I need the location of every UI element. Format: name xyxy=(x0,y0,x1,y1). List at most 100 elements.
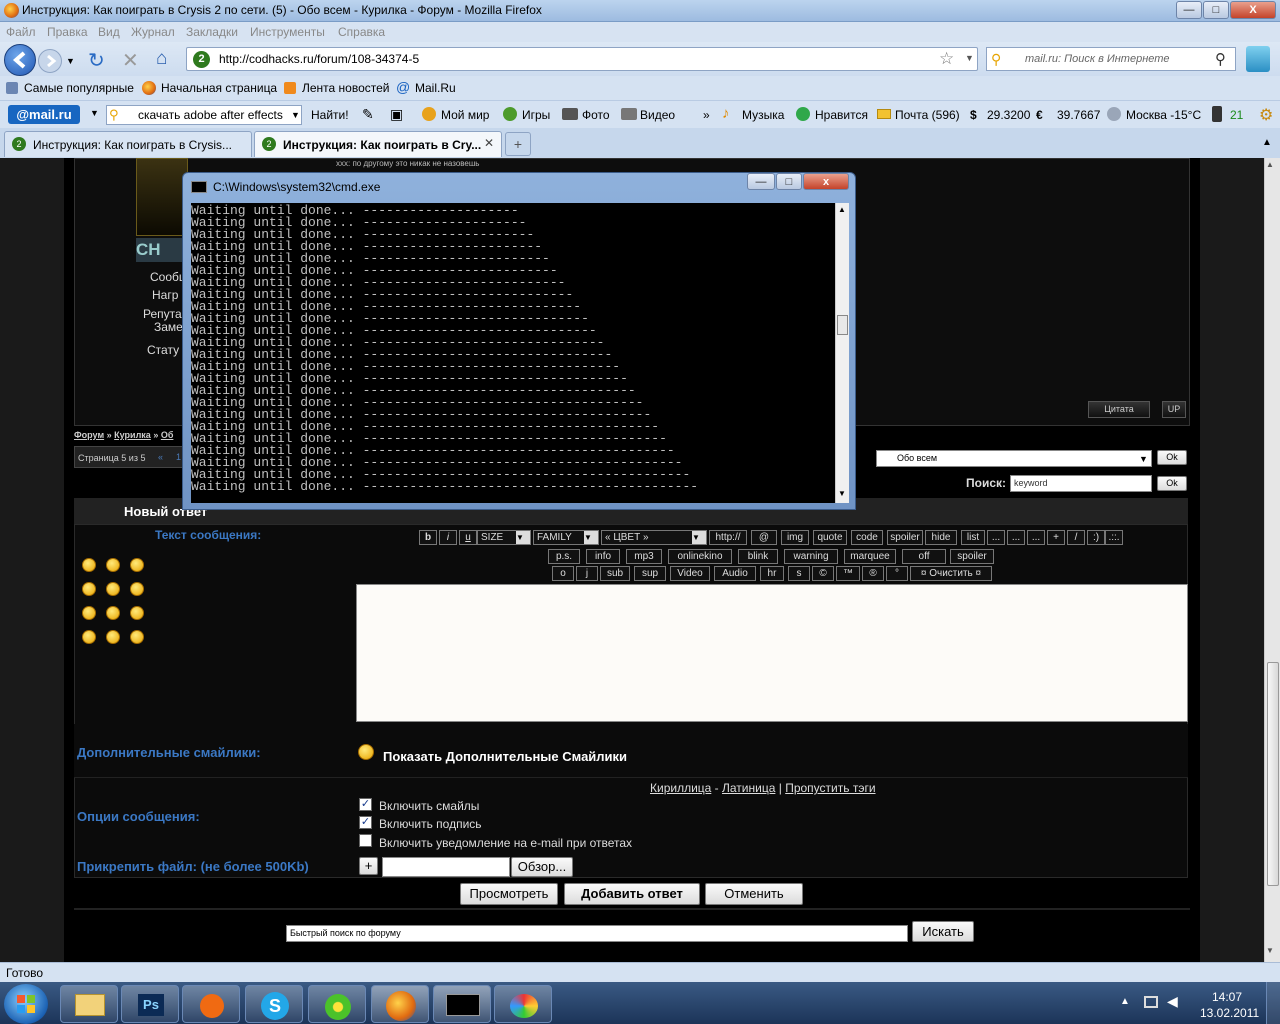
smile-surprised-icon[interactable] xyxy=(130,606,144,620)
bb-audio-button[interactable]: Audio xyxy=(714,566,756,581)
cmd-minimize-button[interactable]: — xyxy=(747,173,775,190)
mailru-my-world[interactable]: Мой мир xyxy=(441,108,489,122)
mailru-search-field[interactable]: ⚲ скачать adobe after effects ▼ xyxy=(106,105,302,125)
menu-file[interactable]: Файл xyxy=(6,25,36,39)
network-icon[interactable] xyxy=(1144,996,1158,1008)
bb-spoiler2-button[interactable]: spoiler xyxy=(950,549,994,564)
bb-misc3-button[interactable]: ... xyxy=(1027,530,1045,545)
bb-hide-button[interactable]: hide xyxy=(925,530,957,545)
smile-cool-icon[interactable] xyxy=(130,558,144,572)
bb-j-button[interactable]: j xyxy=(576,566,598,581)
mailru-like[interactable]: Нравится xyxy=(815,108,868,122)
mailru-games[interactable]: Игры xyxy=(522,108,550,122)
bb-img-button[interactable]: img xyxy=(781,530,809,545)
forum-search-input[interactable]: keyword xyxy=(1010,475,1152,492)
submit-reply-button[interactable]: Добавить ответ xyxy=(564,883,700,905)
bb-trademark-button[interactable]: ™ xyxy=(836,566,860,581)
start-button[interactable] xyxy=(4,984,48,1024)
enable-smiles-checkbox[interactable]: ✓ xyxy=(359,798,372,811)
skip-tags-link[interactable]: Пропустить тэги xyxy=(785,781,875,795)
page-link-prev[interactable]: « xyxy=(158,452,163,462)
page-link-1[interactable]: 1 xyxy=(176,452,181,462)
bb-mp3-button[interactable]: mp3 xyxy=(626,549,662,564)
bb-video-button[interactable]: Video xyxy=(670,566,710,581)
mailru-eur-rate[interactable]: 39.7667 xyxy=(1057,108,1100,122)
page-scroll-thumb[interactable] xyxy=(1267,662,1279,886)
forward-button[interactable] xyxy=(38,49,62,73)
new-tab-button[interactable]: + xyxy=(505,132,531,156)
bb-plus-button[interactable]: + xyxy=(1047,530,1065,545)
minimize-button[interactable]: — xyxy=(1176,1,1202,19)
enable-signature-checkbox[interactable]: ✓ xyxy=(359,816,372,829)
smile-grin-icon[interactable] xyxy=(106,558,120,572)
bb-misc1-button[interactable]: ... xyxy=(987,530,1005,545)
tab-1[interactable]: Инструкция: Как поиграть в Crysis... xyxy=(4,131,252,157)
tab-close-icon[interactable]: ✕ xyxy=(482,136,496,150)
smile-happy-icon[interactable] xyxy=(106,582,120,596)
url-dropdown-icon[interactable]: ▼ xyxy=(965,53,974,63)
pencil-icon[interactable]: ✎ xyxy=(362,106,374,123)
show-extra-smiles-link[interactable]: Показать Дополнительные Смайлики xyxy=(383,749,627,764)
smile-laugh-icon[interactable] xyxy=(130,630,144,644)
bookmark-most-visited[interactable]: Самые популярные xyxy=(24,81,134,95)
bb-onlinekino-button[interactable]: onlinekino xyxy=(668,549,732,564)
bb-color-select[interactable]: « ЦВЕТ » ▼ xyxy=(601,530,707,545)
smile-smile-icon[interactable] xyxy=(106,606,120,620)
cmd-scroll-down-icon[interactable]: ▼ xyxy=(838,489,846,498)
menu-history[interactable]: Журнал xyxy=(131,25,175,39)
search-engine-icon[interactable]: ⚲ xyxy=(991,51,1001,68)
bb-sub-button[interactable]: sub xyxy=(600,566,630,581)
mailru-more[interactable]: » xyxy=(703,108,710,122)
bb-warning-button[interactable]: warning xyxy=(784,549,838,564)
mailru-menu-icon[interactable]: ▼ xyxy=(90,108,99,118)
smile-wink-icon[interactable] xyxy=(130,582,144,596)
message-textarea[interactable] xyxy=(356,584,1188,722)
bb-bold-button[interactable]: b xyxy=(419,530,437,545)
latin-link[interactable]: Латиница xyxy=(722,781,775,795)
cyrillic-link[interactable]: Кириллица xyxy=(650,781,711,795)
mailru-search-dropdown-icon[interactable]: ▼ xyxy=(291,110,300,120)
search-icon[interactable]: ⚲ xyxy=(1215,50,1226,68)
clock-date[interactable]: 13.02.2011 xyxy=(1200,1006,1259,1020)
section-select[interactable]: Обо всем ▼ xyxy=(876,450,1152,467)
taskbar-paint[interactable] xyxy=(494,985,552,1023)
mailru-usd-rate[interactable]: 29.3200 xyxy=(987,108,1030,122)
taskbar-photoshop[interactable]: Ps xyxy=(121,985,179,1023)
bookmark-star-icon[interactable]: ☆ xyxy=(939,49,954,69)
taskbar-cmd[interactable] xyxy=(433,985,491,1023)
mailru-find-button[interactable]: Найти! xyxy=(311,108,349,122)
bb-strike-button[interactable]: s xyxy=(788,566,810,581)
section-ok-button[interactable]: Ok xyxy=(1157,450,1187,465)
bb-italic-button[interactable]: i xyxy=(439,530,457,545)
bb-underline-button[interactable]: u xyxy=(459,530,477,545)
bb-sup-button[interactable]: sup xyxy=(634,566,666,581)
quote-button[interactable]: Цитата xyxy=(1088,401,1150,418)
bb-clear-button[interactable]: ¤ Очистить ¤ xyxy=(910,566,992,581)
menu-help[interactable]: Справка xyxy=(338,25,385,39)
tray-expand-icon[interactable]: ▲ xyxy=(1120,996,1130,1007)
menu-bookmarks[interactable]: Закладки xyxy=(186,25,238,39)
cmd-scroll-up-icon[interactable]: ▲ xyxy=(838,205,846,214)
show-desktop-button[interactable] xyxy=(1266,982,1280,1024)
bb-o-button[interactable]: o xyxy=(552,566,574,581)
cmd-maximize-button[interactable]: □ xyxy=(776,173,802,190)
smile-confused-icon[interactable] xyxy=(106,630,120,644)
page-scrollbar[interactable]: ▲ ▼ xyxy=(1264,158,1280,962)
bookmark-news-feed[interactable]: Лента новостей xyxy=(302,81,390,95)
quick-search-button[interactable]: Искать xyxy=(912,921,974,942)
taskbar-icq[interactable] xyxy=(308,985,366,1023)
search-ok-button[interactable]: Ok xyxy=(1157,476,1187,491)
bb-more-button[interactable]: .::. xyxy=(1105,530,1123,545)
bb-info-button[interactable]: info xyxy=(586,549,620,564)
taskbar-skype[interactable]: S xyxy=(245,985,303,1023)
tab-2[interactable]: Инструкция: Как поиграть в Cry... xyxy=(254,131,502,157)
breadcrumb-kurilka[interactable]: Курилка xyxy=(114,430,151,440)
skype-addon-icon[interactable] xyxy=(1246,46,1270,72)
smile-angry-icon[interactable] xyxy=(82,558,96,572)
bb-misc2-button[interactable]: ... xyxy=(1007,530,1025,545)
smile-sad-icon[interactable] xyxy=(82,606,96,620)
bb-spoiler-button[interactable]: spoiler xyxy=(887,530,923,545)
mailru-mail[interactable]: Почта (596) xyxy=(895,108,960,122)
breadcrumb-forum[interactable]: Форум xyxy=(74,430,104,440)
bb-smile-button[interactable]: :) xyxy=(1087,530,1105,545)
